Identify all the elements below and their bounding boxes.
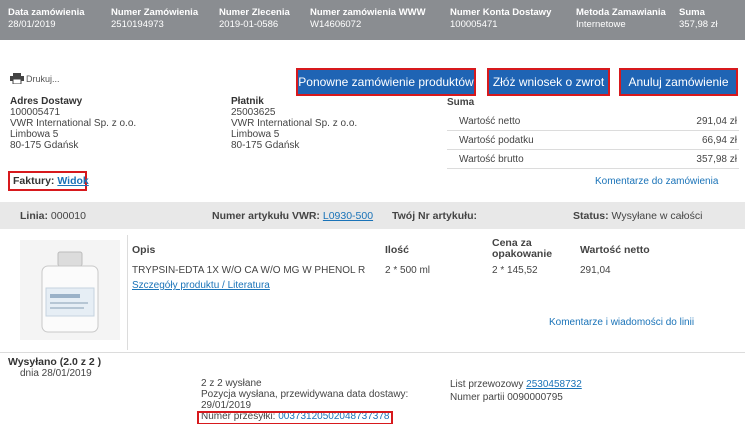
- sum-value: 357,98 zł: [679, 19, 718, 30]
- order-date-label: Data zamówienia: [8, 7, 85, 18]
- www-order-label: Numer zamówienia WWW: [310, 7, 426, 18]
- order-number-label: Numer Zamówienia: [111, 7, 199, 18]
- sum-col: Suma 357,98 zł: [679, 7, 718, 31]
- line-net-value: 291,04: [580, 265, 611, 276]
- product-image: [20, 240, 120, 340]
- bottle-icon: [20, 240, 120, 340]
- qty-value: 2 * 500 ml: [385, 265, 431, 276]
- method-value: Internetowe: [576, 19, 626, 30]
- status-value: Wysyłane w całości: [611, 210, 703, 222]
- product-details-link[interactable]: Szczegóły produktu / Literatura: [132, 280, 270, 291]
- account-col: Numer Konta Dostawy 100005471: [450, 7, 551, 31]
- delivery-line: 80-175 Gdańsk: [10, 140, 79, 151]
- account-label: Numer Konta Dostawy: [450, 7, 552, 18]
- delivery-line: Limbowa 5: [10, 129, 59, 140]
- price-value: 2 * 145,52: [492, 265, 538, 276]
- order-number-col: Numer Zamówienia 2510194973: [111, 7, 198, 31]
- method-col: Metoda Zamawiania Internetowe: [576, 7, 666, 31]
- batch-value: 0090000795: [507, 392, 563, 403]
- shipment-date: dnia 28/01/2019: [20, 368, 92, 379]
- summary-net-row: Wartość netto 291,04 zł: [447, 112, 739, 131]
- summary-tax-label: Wartość podatku: [459, 135, 534, 146]
- www-order-col: Numer zamówienia WWW W14606072: [310, 7, 426, 31]
- shipment-delivery-date: 29/01/2019: [201, 400, 252, 411]
- status-label: Status:: [573, 210, 609, 222]
- price-label: Cena za opakowanie: [492, 238, 552, 260]
- delivery-line: 100005471: [10, 107, 61, 118]
- invoices: Faktury: Widok: [13, 175, 89, 187]
- line-net-label: Wartość netto: [580, 244, 650, 256]
- waybill-link[interactable]: 2530458732: [526, 379, 582, 390]
- payer-line: Limbowa 5: [231, 129, 280, 140]
- sum-label: Suma: [679, 7, 705, 18]
- waybill-info: List przewozowy 2530458732 Numer partii …: [450, 378, 582, 404]
- shipment-divider: [0, 352, 745, 353]
- order-date-value: 28/01/2019: [8, 19, 56, 30]
- line-header-bar: Linia: 000010 Numer artykułu VWR: L0930-…: [0, 202, 745, 229]
- vwr-article-link[interactable]: L0930-500: [323, 210, 373, 222]
- waybill-label: List przewozowy: [450, 379, 524, 390]
- vwr-article: Numer artykułu VWR: L0930-500: [212, 210, 373, 222]
- vwr-article-label: Numer artykułu VWR:: [212, 210, 320, 222]
- shipment-position: Pozycja wysłana, przewidywana data dosta…: [201, 389, 409, 400]
- summary-gross-row: Wartość brutto 357,98 zł: [447, 150, 739, 169]
- image-divider: [127, 235, 128, 350]
- invoices-view-link[interactable]: Widok: [57, 175, 88, 187]
- product-description: TRYPSIN-EDTA 1X W/O CA W/O MG W PHENOL R: [132, 265, 366, 276]
- batch-label: Numer partii: [450, 392, 505, 403]
- commission-label: Numer Zlecenia: [219, 7, 290, 18]
- desc-label: Opis: [132, 244, 156, 256]
- batch: Numer partii 0090000795: [450, 391, 582, 404]
- method-label: Metoda Zamawiania: [576, 7, 666, 18]
- line-no: 000010: [50, 210, 86, 222]
- print-label: Drukuj...: [26, 73, 60, 84]
- summary-net-value: 291,04 zł: [696, 116, 737, 127]
- print-link[interactable]: Drukuj...: [10, 73, 60, 84]
- tracking-highlight: [197, 411, 393, 424]
- order-comments-link[interactable]: Komentarze do zamówienia: [595, 176, 718, 187]
- www-order-value: W14606072: [310, 19, 362, 30]
- delivery-address: Adres Dostawy 100005471 VWR Internationa…: [10, 96, 136, 151]
- qty-label: Ilość: [385, 244, 409, 256]
- commission-value: 2019-01-0586: [219, 19, 279, 30]
- delivery-address-title: Adres Dostawy: [10, 96, 83, 107]
- printer-icon: [10, 73, 24, 84]
- summary-net-label: Wartość netto: [459, 116, 521, 127]
- order-date-col: Data zamówienia 28/01/2019: [8, 7, 85, 31]
- line-number: Linia: 000010: [20, 210, 86, 222]
- payer-line: VWR International Sp. z o.o.: [231, 118, 358, 129]
- summary-gross-label: Wartość brutto: [459, 154, 524, 165]
- shipment-sent: 2 z 2 wysłane: [201, 378, 262, 389]
- summary-tax-row: Wartość podatku 66,94 zł: [447, 131, 739, 150]
- payer-address: Płatnik 25003625 VWR International Sp. z…: [231, 96, 357, 151]
- line-label: Linia:: [20, 210, 48, 222]
- payer-line: 25003625: [231, 107, 276, 118]
- waybill: List przewozowy 2530458732: [450, 378, 582, 391]
- line-comments-link[interactable]: Komentarze i wiadomości do linii: [549, 317, 694, 328]
- payer-line: 80-175 Gdańsk: [231, 140, 300, 151]
- your-article: Twój Nr artykułu:: [392, 210, 477, 222]
- price-label-line: opakowanie: [492, 248, 553, 260]
- shipment-title: Wysyłano (2.0 z 2 ): [8, 356, 102, 368]
- account-value: 100005471: [450, 19, 498, 30]
- order-number-value: 2510194973: [111, 19, 164, 30]
- your-article-label: Twój Nr artykułu:: [392, 210, 477, 222]
- delivery-line: VWR International Sp. z o.o.: [10, 118, 137, 129]
- order-header-bar: Data zamówienia 28/01/2019 Numer Zamówie…: [0, 0, 745, 40]
- commission-col: Numer Zlecenia 2019-01-0586: [219, 7, 290, 31]
- line-status: Status: Wysyłane w całości: [573, 210, 702, 222]
- summary-tax-value: 66,94 zł: [701, 135, 737, 146]
- button-group-area: [292, 64, 742, 100]
- invoices-label: Faktury:: [13, 175, 55, 187]
- summary-gross-value: 357,98 zł: [696, 154, 737, 165]
